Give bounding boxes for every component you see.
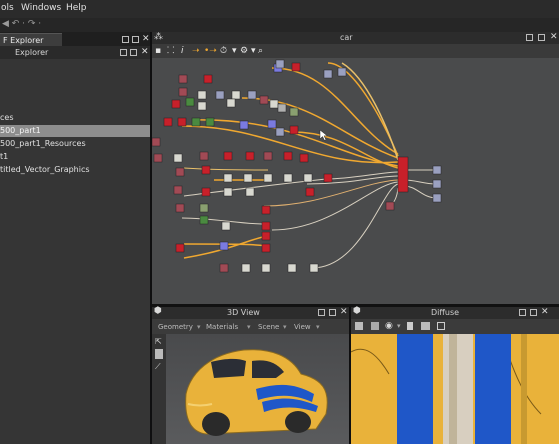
dropdown-icon[interactable]: ▾ xyxy=(232,44,237,58)
view-menu[interactable]: View xyxy=(294,323,311,331)
tree-item-selected[interactable]: 500_part1 xyxy=(0,125,150,137)
float-icon[interactable] xyxy=(530,309,537,316)
maximize-icon[interactable] xyxy=(318,309,325,316)
maximize-icon[interactable] xyxy=(120,49,127,56)
float-icon[interactable] xyxy=(329,309,336,316)
graph-title: car xyxy=(340,33,353,42)
settings-icon[interactable]: ⚙ xyxy=(240,44,248,58)
tree-item[interactable]: t1 xyxy=(0,151,150,163)
graph-menu-icon[interactable]: ⁂ xyxy=(154,32,163,42)
chevron-down-icon: ▾ xyxy=(247,323,251,331)
chevron-down-icon[interactable]: ▾ xyxy=(397,322,401,330)
diffuse-texture-view[interactable] xyxy=(351,334,559,444)
tree-item[interactable]: 500_part1_Resources xyxy=(0,138,150,150)
menu-windows[interactable]: Windows xyxy=(21,3,61,13)
close-icon[interactable]: ✕ xyxy=(142,34,150,44)
float-icon[interactable] xyxy=(130,49,137,56)
explorer-panel xyxy=(0,32,150,444)
diffuse-texture xyxy=(351,334,559,444)
tree-item[interactable]: titled_Vector_Graphics xyxy=(0,164,150,176)
3d-view-side-toolbar: ⇱ ⟋ xyxy=(152,334,166,444)
channel-icon[interactable]: ◉ xyxy=(385,321,393,331)
materials-menu[interactable]: Materials xyxy=(206,323,238,331)
menu-bar: ols Windows Help xyxy=(0,0,559,19)
3d-view-title: 3D View xyxy=(227,308,260,317)
link-icon[interactable]: •➝ xyxy=(204,44,217,58)
node-graph-canvas[interactable] xyxy=(151,58,559,304)
info-icon[interactable]: i xyxy=(181,44,184,58)
tree-item[interactable]: ces xyxy=(0,112,150,124)
mouse-cursor-icon xyxy=(319,129,329,141)
menu-tools[interactable]: ols xyxy=(1,3,14,13)
cube-icon[interactable]: ⬢ xyxy=(154,306,162,316)
maximize-icon[interactable] xyxy=(526,34,533,41)
chevron-down-icon: ▾ xyxy=(316,323,320,331)
explorer-title: Explorer xyxy=(15,48,49,57)
close-icon[interactable]: ✕ xyxy=(541,307,549,317)
close-icon[interactable]: ✕ xyxy=(141,46,149,59)
diffuse-toolbar: ◉ ▾ xyxy=(351,319,559,334)
menu-help[interactable]: Help xyxy=(66,3,87,13)
maximize-icon[interactable] xyxy=(519,309,526,316)
chevron-down-icon: ▾ xyxy=(283,323,287,331)
timer-icon[interactable]: ⏱ xyxy=(220,44,227,58)
graph-header: ⁂ car ✕ xyxy=(152,32,559,44)
light-icon[interactable]: ⟋ xyxy=(155,362,161,372)
geometry-menu[interactable]: Geometry xyxy=(158,323,193,331)
search-icon[interactable]: ⌕ xyxy=(258,44,263,58)
copy-icon[interactable] xyxy=(371,322,379,330)
save-icon[interactable] xyxy=(355,322,363,330)
3d-view-header: ⬢ 3D View ✕ xyxy=(152,306,349,319)
texture-icon[interactable]: ⬢ xyxy=(353,306,361,316)
close-icon[interactable]: ✕ xyxy=(340,307,348,317)
align-icon[interactable]: ➝ xyxy=(192,44,200,58)
frame-icon[interactable]: ⸬ xyxy=(167,44,174,58)
info-icon[interactable] xyxy=(407,322,413,330)
graph-toolbar: ▪ ⸬ i ➝ •➝ ⏱ ▾ ⚙ ▾ ⌕ xyxy=(152,44,559,58)
settings-icon[interactable] xyxy=(437,322,445,330)
history-bar: ◀ ↶ · ↷ · xyxy=(0,18,559,32)
dropdown-icon[interactable]: ▾ xyxy=(251,44,256,58)
node-graph[interactable] xyxy=(151,58,559,304)
history-controls[interactable]: ◀ ↶ · ↷ · xyxy=(2,19,41,29)
chevron-down-icon: ▾ xyxy=(197,323,201,331)
maximize-icon[interactable] xyxy=(122,36,129,43)
export-icon[interactable]: ⇱ xyxy=(155,337,162,346)
tab-explorer[interactable]: F Explorer xyxy=(0,33,62,46)
float-icon[interactable] xyxy=(132,36,139,43)
car-model-render xyxy=(185,349,328,436)
close-icon[interactable]: ✕ xyxy=(550,32,558,42)
float-icon[interactable] xyxy=(538,34,545,41)
diffuse-title: Diffuse xyxy=(431,308,460,317)
image-icon[interactable] xyxy=(421,322,430,330)
diffuse-header: ⬢ Diffuse ✕ xyxy=(351,306,559,319)
comment-icon[interactable]: ▪ xyxy=(155,44,161,58)
camera-icon[interactable] xyxy=(155,349,163,359)
3d-viewport[interactable] xyxy=(166,334,349,444)
scene-menu[interactable]: Scene xyxy=(258,323,279,331)
explorer-title-bar: Explorer ✕ xyxy=(0,46,150,59)
